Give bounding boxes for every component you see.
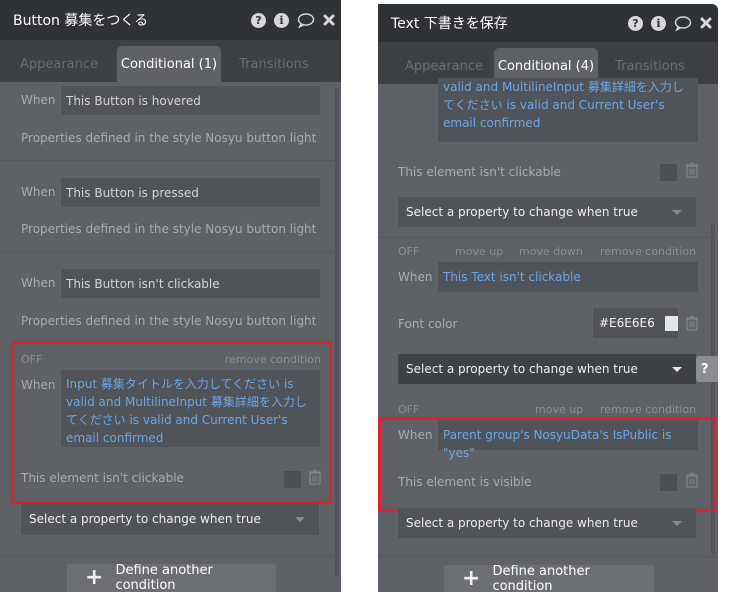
select-placeholder: Select a property to change when true bbox=[406, 362, 638, 376]
condition-expression[interactable]: valid and MultilineInput 募集詳細を入力してください i… bbox=[438, 78, 698, 142]
divider bbox=[0, 556, 341, 557]
move-down-link[interactable]: move down bbox=[519, 245, 583, 258]
property-checkbox[interactable] bbox=[660, 164, 677, 181]
plus-icon: + bbox=[85, 565, 104, 590]
property-select[interactable]: Select a property to change when true bbox=[398, 197, 696, 227]
select-placeholder: Select a property to change when true bbox=[406, 516, 638, 530]
title-bar: Button 募集をつくる ? i bbox=[0, 0, 341, 40]
style-note: Properties defined in the style Nosyu bu… bbox=[21, 314, 317, 328]
title-bar: Text 下書きを保存 ? i bbox=[378, 4, 718, 42]
divider bbox=[378, 237, 718, 238]
define-button-label: Define another condition bbox=[115, 563, 213, 592]
condition-expression[interactable]: This Button is hovered bbox=[61, 86, 320, 115]
define-another-condition-button[interactable]: + Define another condition bbox=[444, 564, 654, 592]
conditions-list: When This Button is hovered Properties d… bbox=[0, 82, 341, 592]
highlight-box bbox=[11, 341, 332, 504]
remove-condition-link[interactable]: remove condition bbox=[600, 245, 696, 258]
condition-expression[interactable]: This Button is pressed bbox=[61, 178, 320, 207]
style-note: Properties defined in the style Nosyu bu… bbox=[21, 222, 317, 236]
trash-icon[interactable] bbox=[685, 162, 699, 178]
property-select[interactable]: Select a property to change when true bbox=[398, 354, 696, 384]
comment-icon[interactable] bbox=[297, 12, 315, 28]
define-button-label: Define another condition bbox=[492, 564, 590, 592]
select-placeholder: Select a property to change when true bbox=[406, 205, 638, 219]
condition-expression[interactable]: This Button isn't clickable bbox=[61, 269, 320, 298]
help-icon[interactable]: ? bbox=[251, 12, 266, 28]
scrollbar[interactable] bbox=[335, 88, 339, 576]
define-another-condition-button[interactable]: + Define another condition bbox=[67, 563, 276, 592]
chevron-down-icon bbox=[672, 367, 682, 372]
tab-conditional[interactable]: Conditional (1) bbox=[117, 46, 221, 82]
conditions-list: valid and MultilineInput 募集詳細を入力してください i… bbox=[378, 78, 718, 592]
element-title: Button 募集をつくる bbox=[13, 13, 149, 29]
when-label: When bbox=[21, 276, 56, 290]
select-placeholder: Select a property to change when true bbox=[29, 512, 261, 526]
off-toggle[interactable]: OFF bbox=[398, 403, 419, 416]
question-icon: ? bbox=[701, 361, 709, 377]
condition-expression[interactable]: This Text isn't clickable bbox=[438, 262, 698, 292]
trash-icon[interactable] bbox=[685, 315, 699, 331]
font-color-picker[interactable]: #E6E6E6 bbox=[593, 308, 678, 338]
tab-appearance[interactable]: Appearance bbox=[14, 46, 104, 82]
when-label: When bbox=[398, 270, 433, 284]
plus-icon: + bbox=[462, 566, 481, 591]
style-note: Properties defined in the style Nosyu bu… bbox=[21, 131, 317, 145]
chevron-down-icon bbox=[672, 210, 682, 215]
element-title: Text 下書きを保存 bbox=[391, 16, 508, 32]
property-label: This element isn't clickable bbox=[398, 165, 561, 179]
tab-bar: Appearance Conditional (1) Transitions bbox=[0, 40, 341, 82]
comment-icon[interactable] bbox=[674, 15, 692, 31]
close-icon[interactable] bbox=[700, 17, 712, 29]
close-icon[interactable] bbox=[323, 14, 335, 26]
divider bbox=[378, 556, 718, 557]
color-hex-value: #E6E6E6 bbox=[599, 316, 655, 330]
left-property-editor: Button 募集をつくる ? i Appearance Conditional… bbox=[0, 0, 341, 592]
info-icon[interactable]: i bbox=[274, 12, 289, 28]
info-icon[interactable]: i bbox=[651, 15, 666, 31]
chevron-down-icon bbox=[295, 517, 305, 522]
help-side-tab[interactable]: ? bbox=[696, 356, 718, 382]
divider bbox=[0, 160, 341, 161]
remove-condition-link[interactable]: remove condition bbox=[600, 403, 696, 416]
property-label: Font color bbox=[398, 317, 458, 331]
when-label: When bbox=[21, 185, 56, 199]
color-swatch bbox=[664, 315, 678, 331]
tab-transitions[interactable]: Transitions bbox=[232, 46, 316, 82]
move-up-link[interactable]: move up bbox=[455, 245, 503, 258]
property-select[interactable]: Select a property to change when true bbox=[21, 503, 319, 535]
chevron-down-icon bbox=[672, 521, 682, 526]
off-toggle[interactable]: OFF bbox=[398, 245, 419, 258]
divider bbox=[0, 252, 341, 253]
when-label: When bbox=[21, 93, 56, 107]
right-property-editor: Text 下書きを保存 ? i Appearance Conditional (… bbox=[378, 4, 718, 592]
highlight-box bbox=[378, 417, 716, 512]
move-up-link[interactable]: move up bbox=[535, 403, 583, 416]
property-select[interactable]: Select a property to change when true bbox=[398, 508, 696, 538]
help-icon[interactable]: ? bbox=[628, 15, 643, 31]
